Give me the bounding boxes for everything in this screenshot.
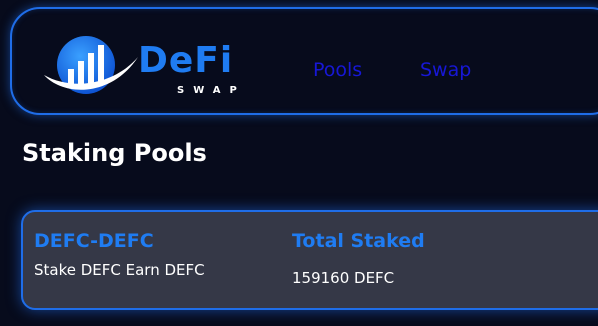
nav-link-swap[interactable]: Swap: [420, 59, 471, 81]
total-staked-value: 159160 DEFC: [292, 269, 395, 287]
page-title: Staking Pools: [22, 139, 207, 167]
total-staked-label: Total Staked: [292, 230, 425, 252]
pool-card[interactable]: DEFC-DEFC Stake DEFC Earn DEFC Total Sta…: [21, 210, 598, 310]
pool-name: DEFC-DEFC: [34, 230, 154, 252]
brand-subtitle: SWAP: [177, 85, 246, 96]
pool-description: Stake DEFC Earn DEFC: [34, 261, 205, 279]
brand-name: DeFi: [138, 40, 234, 81]
navbar: DeFi SWAP Pools Swap: [10, 7, 598, 115]
brand-logo[interactable]: DeFi SWAP: [42, 35, 252, 99]
bar-chart-swoosh-icon: [44, 36, 138, 94]
nav-link-pools[interactable]: Pools: [313, 59, 362, 81]
